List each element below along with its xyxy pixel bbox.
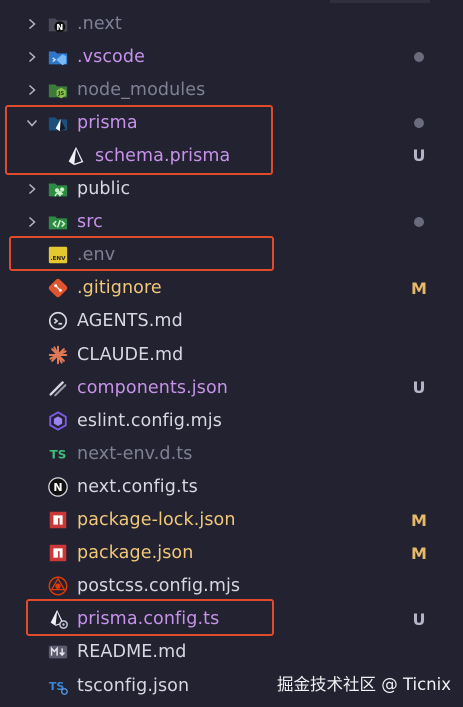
file-item-env[interactable]: .ENV .env [0, 239, 463, 272]
npm-icon [47, 542, 69, 564]
item-label: AGENTS.md [77, 311, 183, 332]
file-item-eslint-config-mjs[interactable]: eslint.config.mjs [0, 404, 463, 437]
prisma-config-icon [47, 608, 69, 630]
item-label: package.json [77, 543, 194, 564]
panel-top-edge [330, 0, 430, 3]
chevron-right-icon[interactable] [22, 179, 42, 199]
nextjs-folder-icon: N [47, 13, 69, 35]
svg-text:.ENV: .ENV [50, 256, 66, 262]
git-change-dot [414, 117, 424, 128]
eslint-icon [47, 410, 69, 432]
git-status-badge: M [411, 510, 427, 530]
item-label: node_modules [77, 79, 206, 100]
file-item-components-json[interactable]: components.json U [0, 371, 463, 404]
svg-text:N: N [56, 21, 63, 31]
json-icon [47, 377, 69, 399]
item-label: .env [77, 245, 116, 266]
file-item-readme-md[interactable]: README.md [0, 636, 463, 669]
git-status-badge: M [411, 278, 427, 298]
item-label: package-lock.json [77, 510, 236, 530]
item-label: next.config.ts [77, 476, 198, 497]
claude-icon [47, 344, 69, 366]
src-folder-icon [47, 211, 69, 233]
git-status-badge: M [411, 543, 427, 563]
svg-text:JS: JS [57, 91, 64, 97]
git-status-badge: U [412, 378, 426, 398]
npm-icon [47, 509, 69, 531]
file-item-prisma-config-ts[interactable]: prisma.config.ts U [0, 603, 463, 636]
item-label: .next [77, 13, 122, 34]
chevron-down-icon[interactable] [22, 113, 42, 133]
git-change-dot [414, 217, 424, 228]
folder-item-prisma[interactable]: prisma [0, 106, 463, 139]
git-status-badge: U [412, 146, 426, 166]
file-item-schema-prisma[interactable]: schema.prisma U [0, 139, 463, 172]
watermark-text: 掘金技术社区 @ Ticnix [276, 675, 451, 694]
git-icon [47, 277, 69, 299]
item-label: prisma [77, 112, 138, 133]
file-item-postcss-config-mjs[interactable]: postcss.config.mjs [0, 570, 463, 603]
prisma-folder-icon [47, 112, 69, 134]
item-label: .gitignore [77, 278, 162, 299]
node-folder-icon: JS [47, 79, 69, 101]
tsconfig-icon: TS [47, 675, 69, 697]
item-label: postcss.config.mjs [77, 576, 241, 597]
public-folder-icon [47, 178, 69, 200]
git-status-badge: U [412, 609, 426, 629]
file-item-agents-md[interactable]: AGENTS.md [0, 305, 463, 338]
markdown-icon [47, 641, 69, 663]
item-label: eslint.config.mjs [77, 410, 222, 431]
file-item-gitignore[interactable]: .gitignore M [0, 272, 463, 305]
file-item-next-config-ts[interactable]: Nnext.config.ts [0, 470, 463, 503]
file-explorer: N .next .vscode JS node_modulesprisma schema.… [0, 0, 463, 707]
file-item-next-env-d-ts[interactable]: TS next-env.d.ts [0, 437, 463, 470]
item-label: src [77, 212, 103, 233]
file-item-package-json[interactable]: package.json M [0, 537, 463, 570]
chevron-right-icon[interactable] [22, 14, 42, 34]
folder-item-vscode[interactable]: .vscode [0, 40, 463, 73]
prisma-icon [65, 145, 87, 167]
vscode-folder-icon [47, 46, 69, 68]
chevron-right-icon[interactable] [22, 47, 42, 67]
item-label: prisma.config.ts [77, 609, 220, 630]
chevron-right-icon[interactable] [22, 80, 42, 100]
folder-item-public[interactable]: public [0, 173, 463, 206]
typescript-def-icon: TS [47, 443, 69, 465]
file-item-package-lock-json[interactable]: package-lock.json M [0, 504, 463, 537]
svg-text:N: N [53, 481, 62, 494]
item-label: tsconfig.json [77, 675, 190, 696]
env-icon: .ENV [47, 244, 69, 266]
postcss-icon [47, 575, 69, 597]
item-label: README.md [77, 642, 187, 663]
item-label: components.json [77, 377, 228, 398]
svg-text:TS: TS [50, 447, 67, 461]
chevron-right-icon[interactable] [22, 212, 42, 232]
git-change-dot [414, 51, 424, 62]
folder-item-next[interactable]: N .next [0, 7, 463, 40]
item-label: .vscode [77, 46, 145, 67]
folder-item-node-modules[interactable]: JS node_modules [0, 73, 463, 106]
item-label: CLAUDE.md [77, 344, 184, 365]
item-label: next-env.d.ts [77, 443, 193, 464]
agents-icon [47, 310, 69, 332]
item-label: schema.prisma [95, 145, 231, 166]
nextjs-icon: N [47, 476, 69, 498]
item-label: public [77, 179, 131, 199]
folder-item-src[interactable]: src [0, 206, 463, 239]
file-item-claude-md[interactable]: CLAUDE.md [0, 338, 463, 371]
